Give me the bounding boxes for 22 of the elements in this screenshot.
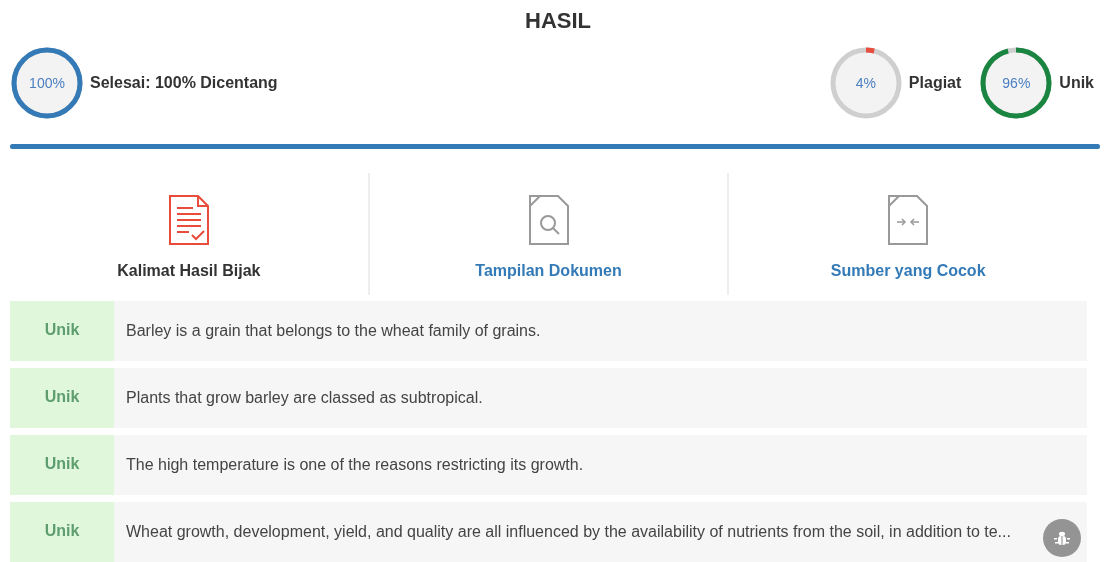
status-cell: Unik (10, 368, 114, 428)
score-label: Unik (1059, 73, 1094, 93)
sentence-cell: Wheat growth, development, yield, and quality are all influenced by the availability of nutrients from the soil, in addition to te... (114, 502, 1087, 562)
score-label: Plagiat (908, 73, 962, 93)
bug-icon (1053, 529, 1071, 547)
status-cell: Unik (10, 301, 114, 361)
document-compare-icon (887, 195, 930, 245)
percentage-value: 96% (1002, 73, 1031, 93)
document-search-icon (527, 195, 570, 245)
percentage-value: 4% (855, 73, 876, 93)
sentence-cell: Barley is a grain that belongs to the wheat family of grains. (114, 301, 1087, 361)
page-title: HASIL (525, 7, 591, 35)
percentage-value: 100% (29, 73, 65, 93)
status-cell: Unik (10, 435, 114, 495)
sentence-cell: Plants that grow barley are classed as subtropical. (114, 368, 1087, 428)
result-tab[interactable]: Kalimat Hasil Bijak (10, 173, 368, 295)
sentence-cell: The high temperature is one of the reasons restricting its growth. (114, 435, 1087, 495)
result-tab[interactable]: Tampilan Dokumen (367, 173, 728, 295)
document-check-icon (167, 195, 210, 245)
result-tab[interactable]: Sumber yang Cocok (727, 173, 1087, 295)
score-label: Selesai: 100% Dicentang (90, 73, 278, 93)
status-cell: Unik (10, 502, 114, 562)
